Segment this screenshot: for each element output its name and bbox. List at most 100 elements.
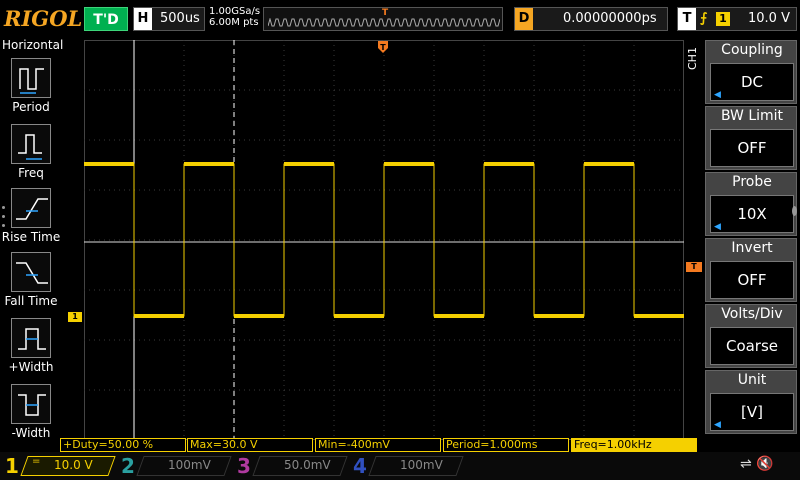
memory-position-bar[interactable]: T <box>263 7 503 31</box>
probe-value: ◀ 10X <box>710 195 794 233</box>
waveform-display[interactable]: T <box>84 40 684 440</box>
trigger-tag: T <box>678 8 696 30</box>
horizontal-delay-display[interactable]: D 0.00000000ps <box>514 7 668 31</box>
ch1-ground-marker[interactable]: 1 <box>68 312 82 322</box>
period-icon <box>11 58 51 98</box>
bw-limit-button[interactable]: BW Limit OFF <box>705 106 797 170</box>
ch1-high-segment <box>284 162 334 166</box>
invert-title: Invert <box>731 240 773 256</box>
volts-div-value: Coarse <box>710 327 794 365</box>
channel-2-scale: 100mV <box>168 458 211 472</box>
trigger-source: 1 <box>716 12 730 26</box>
left-menu-title: Horizontal <box>2 38 64 52</box>
graticule: T <box>84 40 684 440</box>
unit-value: ◀ [V] <box>710 393 794 431</box>
bw-limit-title: BW Limit <box>720 108 784 124</box>
acquisition-info: 1.00GSa/s 6.00M pts <box>209 6 260 28</box>
left-arrow-icon: ◀ <box>714 420 721 430</box>
channel-4-scale: 100mV <box>400 458 443 472</box>
freq-icon <box>11 124 51 164</box>
channel-4-number: 4 <box>353 454 367 478</box>
channel-label: CH1 <box>686 47 699 70</box>
rigol-logo: RIGOL <box>4 6 83 31</box>
timebase-value: 500us <box>160 11 200 26</box>
measure-fall-time-button[interactable]: Fall Time <box>0 252 62 316</box>
memory-preview-wave <box>268 18 500 27</box>
ch1-low-segment <box>234 314 284 318</box>
dc-coupling-icon: = <box>32 456 41 467</box>
invert-button[interactable]: Invert OFF <box>705 238 797 302</box>
run-status-badge[interactable]: T'D <box>84 7 128 31</box>
ch1-low-segment <box>134 314 184 318</box>
coupling-value: ◀ DC <box>710 63 794 101</box>
rise-time-label: Rise Time <box>1 230 61 244</box>
volts-div-title: Volts/Div <box>721 306 783 322</box>
period-label: Period <box>12 100 50 114</box>
speaker-icon[interactable]: 🔇 <box>756 456 773 472</box>
ch1-high-segment <box>84 162 134 166</box>
rising-edge-icon: ⨍ <box>700 11 708 26</box>
neg-width-icon <box>11 384 51 424</box>
ch1-high-segment <box>184 162 234 166</box>
measure-rise-time-button[interactable]: Rise Time <box>0 188 62 252</box>
delay-value: 0.00000000ps <box>563 11 657 26</box>
unit-button[interactable]: Unit ◀ [V] <box>705 370 797 434</box>
channel-4-status[interactable]: 4 100mV <box>350 454 464 478</box>
coupling-button[interactable]: Coupling ◀ DC <box>705 40 797 104</box>
probe-title: Probe <box>732 174 772 190</box>
measurement-min[interactable]: Min=-400mV <box>315 438 441 452</box>
trigger-level-marker-label: T <box>691 262 697 271</box>
usb-icon: ⇌ <box>740 456 752 472</box>
ch1-low-segment <box>634 314 684 318</box>
status-icons: ⇌ 🔇 <box>740 456 774 472</box>
channel-3-number: 3 <box>237 454 251 478</box>
top-trigger-marker-label: T <box>380 43 386 52</box>
trigger-display[interactable]: T ⨍ 1 10.0 V <box>677 7 797 31</box>
ch1-high-segment <box>484 162 534 166</box>
measure-period-button[interactable]: Period <box>0 58 62 122</box>
channel-3-status[interactable]: 3 50.0mV <box>234 454 348 478</box>
neg-width-label: -Width <box>11 426 51 440</box>
horizontal-measure-menu: Horizontal Period Freq Rise Time Fall Ti… <box>0 38 64 440</box>
channel-status-bar: 1 = 10.0 V 2 100mV 3 50.0mV 4 100mV ⇌ 🔇 <box>0 452 800 480</box>
sample-rate: 1.00GSa/s <box>209 6 261 17</box>
channel-2-status[interactable]: 2 100mV <box>118 454 232 478</box>
measurement-duty[interactable]: +Duty=50.00 % <box>60 438 186 452</box>
channel-3-scale: 50.0mV <box>284 458 331 472</box>
coupling-title: Coupling <box>721 42 783 58</box>
timebase-display[interactable]: H 500us <box>133 7 205 31</box>
measure-freq-button[interactable]: Freq <box>0 124 62 188</box>
measure-neg-width-button[interactable]: -Width <box>0 384 62 448</box>
bw-limit-value: OFF <box>710 129 794 167</box>
ch1-high-segment <box>584 162 634 166</box>
measurement-freq[interactable]: Freq=1.00kHz <box>571 438 697 452</box>
delay-tag: D <box>515 8 533 30</box>
unit-title: Unit <box>737 372 767 388</box>
channel-1-status[interactable]: 1 = 10.0 V <box>2 454 116 478</box>
ch1-high-segment <box>384 162 434 166</box>
measurement-bar: +Duty=50.00 % Max=30.0 V Min=-400mV Peri… <box>60 438 700 452</box>
volts-div-button[interactable]: Volts/Div Coarse <box>705 304 797 368</box>
ch1-low-segment <box>334 314 384 318</box>
measurement-max[interactable]: Max=30.0 V <box>187 438 313 452</box>
measure-pos-width-button[interactable]: +Width <box>0 318 62 382</box>
channel-settings-menu: Coupling ◀ DC BW Limit OFF Probe ◀ 10X Inv… <box>703 38 800 438</box>
right-menu-scroll-indicator <box>792 206 797 216</box>
trigger-level-marker[interactable]: T <box>686 262 702 272</box>
probe-button[interactable]: Probe ◀ 10X <box>705 172 797 236</box>
pos-width-label: +Width <box>8 360 54 374</box>
top-status-bar: RIGOL T'D H 500us 1.00GSa/s 6.00M pts T … <box>0 0 800 38</box>
freq-label: Freq <box>18 166 44 180</box>
ch1-low-segment <box>434 314 484 318</box>
trigger-position-marker: T <box>382 8 389 18</box>
memory-depth: 6.00M pts <box>209 17 259 28</box>
channel-1-scale: 10.0 V <box>54 458 93 472</box>
channel-1-number: 1 <box>5 454 19 478</box>
measurement-period[interactable]: Period=1.000ms <box>443 438 569 452</box>
rise-time-icon <box>11 188 51 228</box>
fall-time-label: Fall Time <box>4 294 58 308</box>
invert-value: OFF <box>710 261 794 299</box>
pos-width-icon <box>11 318 51 358</box>
trigger-level: 10.0 V <box>748 11 790 26</box>
ch1-ground-label: 1 <box>72 312 78 321</box>
